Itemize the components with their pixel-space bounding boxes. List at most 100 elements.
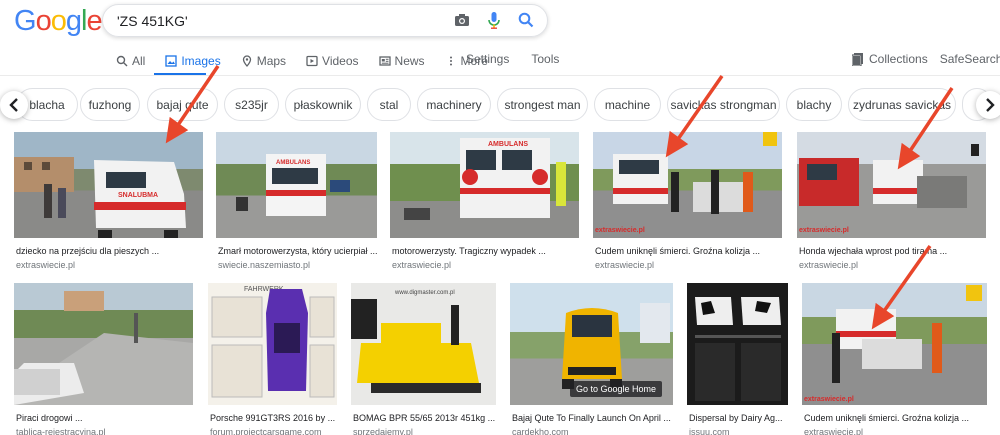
chip[interactable]: fuzhong <box>80 88 140 121</box>
collections-link[interactable]: Collections <box>852 52 928 66</box>
chevron-right-icon <box>986 98 995 112</box>
result-source[interactable]: swiecie.naszemiasto.pl <box>218 260 310 270</box>
search-tabs: All Images Maps Videos News More <box>116 52 508 70</box>
collections-label: Collections <box>869 52 928 66</box>
result-caption[interactable]: Porsche 991GT3RS 2016 by ... <box>210 413 338 423</box>
chip[interactable]: bajaj qute <box>147 88 218 121</box>
search-icon <box>116 55 128 67</box>
more-vert-icon <box>449 56 452 66</box>
watermark-text: www.digmaster.com.pl <box>394 290 455 296</box>
chip-label: s235jr <box>235 97 268 112</box>
tab-images[interactable]: Images <box>165 52 221 70</box>
result-thumbnail[interactable] <box>687 283 788 405</box>
chips-prev-button[interactable] <box>0 91 28 119</box>
image-result[interactable]: AMBULANS Zmarł motorowerzysta, który uci… <box>216 132 378 272</box>
chip[interactable]: strongest man <box>497 88 588 121</box>
chip-label: stal <box>379 97 399 112</box>
result-source[interactable]: extraswiecie.pl <box>392 260 451 270</box>
tab-label: News <box>394 54 425 68</box>
header-divider <box>0 75 1000 76</box>
result-source[interactable]: extraswiecie.pl <box>16 260 75 270</box>
result-caption[interactable]: Bajaj Qute To Finally Launch On April ..… <box>512 413 674 423</box>
chip-label: machinery <box>426 97 482 112</box>
search-icon[interactable] <box>517 11 535 29</box>
watermark-text: extraswiecie.pl <box>799 227 849 234</box>
result-caption[interactable]: Piraci drogowi ... <box>16 413 192 423</box>
result-source[interactable]: extraswiecie.pl <box>595 260 654 270</box>
chip-label: bajaj qute <box>156 97 209 112</box>
result-source[interactable]: tablica-rejestracyjna.pl <box>16 427 106 435</box>
result-thumbnail[interactable] <box>14 283 193 405</box>
map-pin-icon <box>242 55 251 67</box>
chip-label: fuzhong <box>88 97 132 112</box>
chip[interactable]: stal <box>367 88 411 121</box>
result-caption[interactable]: motorowerzysty. Tragiczny wypadek ... <box>392 246 578 256</box>
result-caption[interactable]: Honda wjechała wprost pod tira na ... <box>799 246 985 256</box>
tab-news[interactable]: News <box>378 52 425 70</box>
chip-label: płaskownik <box>293 97 353 112</box>
result-source[interactable]: cardekho.com <box>512 427 569 435</box>
chip-label: blachy <box>796 97 832 112</box>
image-result[interactable]: SNALUBMA dziecko na przejściu dla pieszy… <box>14 132 204 272</box>
image-result[interactable]: extraswiecie.pl Honda wjechała wprost po… <box>797 132 987 272</box>
logo-letter: g <box>65 5 82 37</box>
image-result[interactable]: www.digmaster.com.pl BOMAG BPR 55/65 201… <box>351 283 497 435</box>
chip-label: savickas strongman <box>670 97 777 112</box>
result-caption[interactable]: dziecko na przejściu dla pieszych ... <box>16 246 202 256</box>
chip[interactable]: machine <box>594 88 661 121</box>
chip[interactable]: machinery <box>417 88 491 121</box>
image-result[interactable]: extraswiecie.pl Cudem uniknęli śmierci. … <box>802 283 988 435</box>
result-source[interactable]: extraswiecie.pl <box>804 427 863 435</box>
tools-link[interactable]: Tools <box>531 52 559 66</box>
result-source[interactable]: extraswiecie.pl <box>799 260 858 270</box>
result-thumbnail[interactable]: extraswiecie.pl <box>802 283 987 405</box>
image-result[interactable]: Dispersal by Dairy Ag... issuu.com <box>687 283 789 435</box>
result-caption[interactable]: Zmarł motorowerzysta, który ucierpiał ..… <box>218 246 378 256</box>
result-thumbnail[interactable]: extraswiecie.pl <box>593 132 782 238</box>
image-result[interactable]: FAHRWERK Porsche 991GT3RS 2016 by ... fo… <box>208 283 338 435</box>
result-source[interactable]: sprzedajemy.pl <box>353 427 413 435</box>
chips-next-button[interactable] <box>976 91 1000 119</box>
result-thumbnail[interactable]: FAHRWERK <box>208 283 337 405</box>
result-source[interactable]: forum.projectcarsgame.com <box>210 427 322 435</box>
result-thumbnail[interactable]: SNALUBMA <box>14 132 203 238</box>
image-result[interactable]: Piraci drogowi ... tablica-rejestracyjna… <box>14 283 194 435</box>
tab-label: Maps <box>256 54 287 68</box>
image-result[interactable]: AMBULANS motorowerzysty. Tragiczny wypad… <box>390 132 580 272</box>
ambulans-text: SNALUBMA <box>118 192 158 199</box>
result-caption[interactable]: Dispersal by Dairy Ag... <box>689 413 789 423</box>
result-caption[interactable]: Cudem uniknęli śmierci. Groźna kolizja .… <box>804 413 988 423</box>
result-thumbnail[interactable]: AMBULANS <box>390 132 579 238</box>
tab-videos[interactable]: Videos <box>306 52 359 70</box>
result-source[interactable]: issuu.com <box>689 427 730 435</box>
chip-label: blacha <box>29 97 65 112</box>
safesearch-dropdown[interactable]: SafeSearch <box>940 52 1000 66</box>
chip[interactable]: zydrunas savickas <box>848 88 956 121</box>
tab-all[interactable]: All <box>116 52 145 70</box>
logo-letter: e <box>86 5 102 37</box>
chip[interactable]: płaskownik <box>285 88 361 121</box>
result-thumbnail[interactable]: www.digmaster.com.pl <box>351 283 496 405</box>
search-input[interactable]: 'ZS 451KG' <box>117 13 188 29</box>
ambulans-text: AMBULANS <box>276 160 310 166</box>
camera-icon[interactable] <box>453 11 471 29</box>
chip[interactable]: s235jr <box>224 88 279 121</box>
chip[interactable]: blachy <box>786 88 842 121</box>
result-thumbnail[interactable]: AMBULANS <box>216 132 377 238</box>
result-thumbnail[interactable]: extraswiecie.pl <box>797 132 986 238</box>
related-searches-chips: blacha fuzhong bajaj qute s235jr płaskow… <box>0 82 1000 128</box>
search-box[interactable]: 'ZS 451KG' <box>102 4 548 37</box>
settings-link[interactable]: Settings <box>466 52 509 66</box>
microphone-icon[interactable] <box>485 11 503 29</box>
logo-letter: o <box>50 5 67 37</box>
result-caption[interactable]: BOMAG BPR 55/65 2013r 451kg ... <box>353 413 497 423</box>
result-caption[interactable]: Cudem uniknęli śmierci. Groźna kolizja .… <box>595 246 781 256</box>
image-result[interactable]: Go to Google Home Bajaj Qute To Finally … <box>510 283 674 435</box>
news-icon <box>378 56 391 66</box>
collections-icon <box>852 52 863 66</box>
image-result[interactable]: extraswiecie.pl Cudem uniknęli śmierci. … <box>593 132 783 272</box>
chip[interactable]: savickas strongman <box>667 88 780 121</box>
google-logo[interactable]: Google <box>14 5 103 37</box>
result-thumbnail[interactable]: Go to Google Home <box>510 283 673 405</box>
tab-maps[interactable]: Maps <box>241 52 286 70</box>
